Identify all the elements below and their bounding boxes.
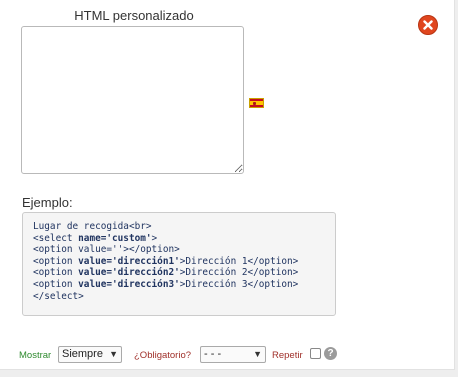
- show-select[interactable]: Siempre ▼: [58, 346, 122, 363]
- show-select-value: Siempre: [62, 348, 103, 360]
- chevron-down-icon: ▼: [253, 349, 262, 359]
- code-attribute: name='custom': [78, 232, 152, 244]
- code-line: <option value='dirección1'>Dirección 1</…: [33, 256, 325, 268]
- code-attribute: value='dirección3': [78, 278, 180, 290]
- code-text: >: [151, 232, 158, 244]
- code-text: >Dirección 3</option>: [179, 278, 299, 290]
- required-select-value: - - -: [204, 348, 222, 360]
- code-text: <select: [33, 232, 79, 244]
- show-label: Mostrar: [19, 350, 52, 361]
- code-text: <option: [33, 267, 79, 279]
- code-text: </select>: [33, 290, 84, 302]
- repeat-label: Repetir: [272, 350, 303, 361]
- example-label: Ejemplo:: [22, 195, 73, 210]
- code-text: <option: [33, 255, 79, 267]
- editor-title: HTML personalizado: [74, 8, 194, 23]
- code-line: Lugar de recogida<br>: [33, 221, 325, 233]
- code-line: <select name='custom'>: [33, 233, 325, 245]
- code-text: >Dirección 1</option>: [179, 255, 299, 267]
- code-line: <option value='dirección2'>Dirección 2</…: [33, 267, 325, 279]
- html-textarea[interactable]: [21, 26, 244, 174]
- field-options-bar: Mostrar Siempre ▼ ¿Obligatorio? - - - ▼ …: [0, 344, 454, 366]
- spain-flag-icon[interactable]: [249, 98, 264, 108]
- code-text: >Dirección 2</option>: [179, 267, 299, 279]
- code-attribute: value='dirección2': [78, 267, 180, 279]
- code-text: Lugar de recogida<br>: [33, 221, 152, 232]
- code-line: </select>: [33, 291, 325, 303]
- example-code-block: Lugar de recogida<br> <select name='custo…: [22, 212, 336, 316]
- close-icon[interactable]: [418, 15, 438, 35]
- question-icon[interactable]: ?: [324, 347, 337, 360]
- repeat-checkbox[interactable]: [310, 348, 321, 359]
- code-text: <option value=''></option>: [33, 244, 180, 256]
- required-label: ¿Obligatorio?: [134, 350, 192, 361]
- code-line: <option value=''></option>: [33, 244, 325, 256]
- code-attribute: value='dirección1': [78, 255, 180, 267]
- code-text: <option: [33, 278, 79, 290]
- required-select[interactable]: - - - ▼: [200, 346, 266, 363]
- code-line: <option value='dirección3'>Dirección 3</…: [33, 279, 325, 291]
- chevron-down-icon: ▼: [109, 349, 118, 359]
- custom-html-panel: HTML personalizado Ejemplo: Lugar de rec…: [0, 0, 455, 370]
